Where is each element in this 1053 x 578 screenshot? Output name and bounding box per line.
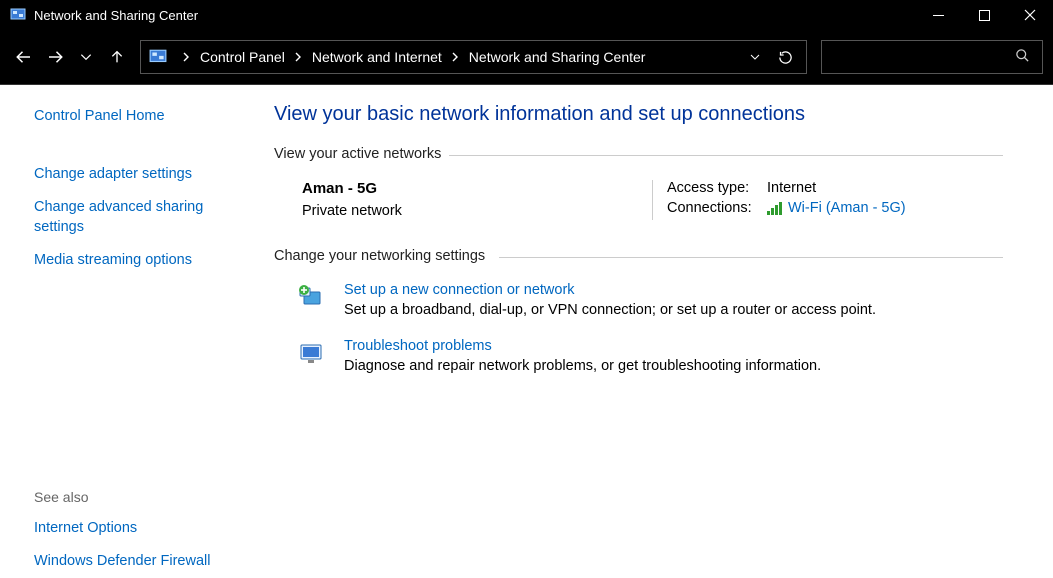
active-network-row: Aman - 5G Private network Access type: I… xyxy=(302,180,1003,220)
window-title: Network and Sharing Center xyxy=(34,8,915,23)
network-type: Private network xyxy=(302,203,652,219)
chevron-right-icon[interactable] xyxy=(183,52,190,62)
search-box[interactable] xyxy=(821,40,1043,74)
recent-locations-button[interactable] xyxy=(72,41,99,73)
see-also-header: See also xyxy=(34,489,260,505)
setup-connection-desc: Set up a broadband, dial-up, or VPN conn… xyxy=(344,302,876,318)
sidebar-link[interactable]: Change adapter settings xyxy=(34,165,224,185)
location-icon xyxy=(149,48,167,66)
close-button[interactable] xyxy=(1007,0,1053,30)
minimize-button[interactable] xyxy=(915,0,961,30)
back-button[interactable] xyxy=(10,41,37,73)
access-type-value: Internet xyxy=(767,180,816,196)
title-bar: Network and Sharing Center xyxy=(0,0,1053,30)
search-input[interactable] xyxy=(834,49,1015,65)
action-row: Troubleshoot problems Diagnose and repai… xyxy=(298,338,1003,374)
sidebar-link[interactable]: Change advanced sharing settings xyxy=(34,198,224,237)
maximize-button[interactable] xyxy=(961,0,1007,30)
main-panel: View your basic network information and … xyxy=(260,85,1053,578)
wifi-signal-icon xyxy=(767,202,782,215)
sidebar: Control Panel Home Change adapter settin… xyxy=(0,85,260,578)
setup-connection-link[interactable]: Set up a new connection or network xyxy=(344,282,876,298)
breadcrumb-item[interactable]: Network and Internet xyxy=(312,49,442,65)
app-icon xyxy=(10,7,26,23)
new-connection-icon xyxy=(298,284,326,312)
chevron-right-icon[interactable] xyxy=(295,52,302,62)
section-header-change-settings: Change your networking settings xyxy=(274,248,1003,264)
see-also-link[interactable]: Internet Options xyxy=(34,519,224,539)
access-type-label: Access type: xyxy=(667,180,767,196)
connections-label: Connections: xyxy=(667,200,767,216)
network-name: Aman - 5G xyxy=(302,180,652,197)
address-bar[interactable]: Control Panel Network and Internet Netwo… xyxy=(140,40,807,74)
connection-name: Wi-Fi (Aman - 5G) xyxy=(788,200,906,216)
action-row: Set up a new connection or network Set u… xyxy=(298,282,1003,318)
connection-link[interactable]: Wi-Fi (Aman - 5G) xyxy=(767,200,906,216)
nav-bar: Control Panel Network and Internet Netwo… xyxy=(0,30,1053,85)
breadcrumb-item[interactable]: Network and Sharing Center xyxy=(469,49,646,65)
refresh-button[interactable] xyxy=(770,41,800,73)
up-button[interactable] xyxy=(103,41,130,73)
search-icon xyxy=(1015,48,1030,66)
breadcrumb-item[interactable]: Control Panel xyxy=(200,49,285,65)
history-dropdown-button[interactable] xyxy=(740,41,770,73)
page-title: View your basic network information and … xyxy=(274,103,1003,126)
troubleshoot-link[interactable]: Troubleshoot problems xyxy=(344,338,821,354)
chevron-right-icon[interactable] xyxy=(452,52,459,62)
see-also-link[interactable]: Windows Defender Firewall xyxy=(34,552,224,572)
forward-button[interactable] xyxy=(41,41,68,73)
control-panel-home-link[interactable]: Control Panel Home xyxy=(34,107,224,127)
troubleshoot-icon xyxy=(298,340,326,368)
section-header-active-networks: View your active networks xyxy=(274,146,1003,162)
troubleshoot-desc: Diagnose and repair network problems, or… xyxy=(344,358,821,374)
sidebar-link[interactable]: Media streaming options xyxy=(34,251,224,271)
